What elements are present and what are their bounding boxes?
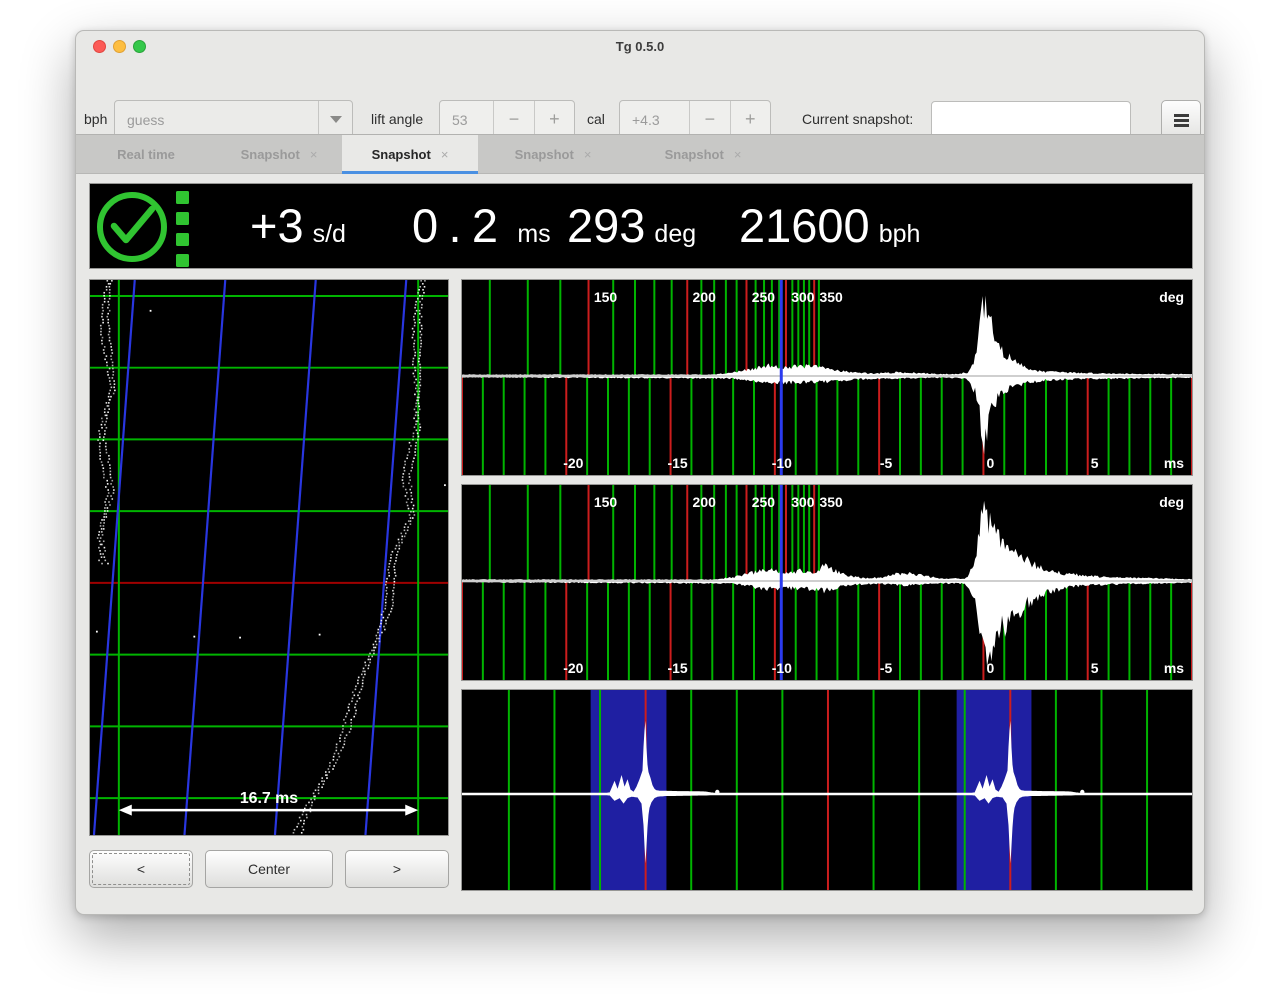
svg-text:deg: deg (1159, 289, 1184, 305)
beat-error-unit: ms (517, 220, 551, 248)
cal-label: cal (587, 111, 605, 127)
window-title: Tg 0.5.0 (615, 39, 665, 54)
svg-text:250: 250 (752, 289, 776, 305)
paperstrip-plot: 16.7 ms (90, 280, 448, 835)
svg-text:0: 0 (987, 660, 995, 676)
lift-angle-increment-button[interactable]: + (533, 101, 574, 138)
beat-error-readout: 0.2 ms (412, 184, 551, 268)
svg-text:-15: -15 (667, 660, 687, 676)
bph-value: 21600 (739, 199, 870, 252)
beat-detection-plot (462, 690, 1192, 890)
svg-text:300: 300 (791, 289, 815, 305)
tab-label: Snapshot (240, 146, 300, 162)
bph-unit: bph (878, 220, 921, 248)
titlebar[interactable]: Tg 0.5.0 (76, 31, 1204, 63)
svg-text:0: 0 (987, 455, 995, 471)
rate-unit: s/d (312, 220, 346, 248)
rate-value: +3 (250, 199, 304, 252)
svg-text:-10: -10 (772, 660, 792, 676)
current-snapshot-label: Current snapshot: (802, 111, 914, 127)
svg-text:200: 200 (693, 494, 717, 510)
svg-text:5: 5 (1091, 660, 1099, 676)
tab-label: Real time (117, 146, 175, 162)
tab-close-icon[interactable]: × (584, 147, 592, 162)
paperstrip-panel: 16.7 ms (89, 279, 449, 836)
svg-text:-20: -20 (563, 660, 583, 676)
lift-angle-label: lift angle (371, 111, 424, 127)
svg-text:350: 350 (820, 494, 844, 510)
tab-snapshot-3[interactable]: Snapshot × (478, 135, 628, 173)
toc-waveform-plot: 150 200 250 300 350 deg -20 -15 -10 -5 0 5 ms (462, 485, 1192, 680)
readout-bar: +3 s/d 0.2 ms 293 deg 21600 bph (89, 183, 1193, 269)
tab-snapshot-4[interactable]: Snapshot × (628, 135, 778, 173)
lift-angle-decrement-button[interactable]: − (493, 101, 533, 138)
tab-bar: Real time Snapshot × Snapshot × Snapshot × Snap… (76, 134, 1204, 174)
svg-text:-5: -5 (880, 455, 893, 471)
app-window: Tg 0.5.0 bph guess lift angle 53 − + cal… (75, 30, 1205, 915)
tab-label: Snapshot (514, 146, 574, 162)
bph-label: bph (84, 111, 108, 127)
svg-text:200: 200 (693, 289, 717, 305)
tab-snapshot-2[interactable]: Snapshot × (342, 135, 478, 174)
bph-combobox-value: guess (127, 111, 165, 128)
svg-text:150: 150 (594, 289, 618, 305)
beat-detection-panel (461, 689, 1193, 891)
tab-close-icon[interactable]: × (734, 147, 742, 162)
tic-waveform-panel: 150 200 250 300 350 deg -20 -15 -10 -5 0 5 ms (461, 279, 1193, 476)
clock-check-icon (97, 191, 189, 267)
tab-real-time-0[interactable]: Real time (76, 135, 216, 173)
svg-text:ms: ms (1164, 660, 1184, 676)
current-snapshot-input[interactable] (931, 101, 1131, 138)
svg-text:-5: -5 (880, 660, 893, 676)
svg-text:-20: -20 (563, 455, 583, 471)
svg-text:300: 300 (791, 494, 815, 510)
amplitude-readout: 293 deg (567, 184, 696, 268)
tic-waveform-plot: 150 200 250 300 350 deg -20 -15 -10 -5 0 5 ms (462, 280, 1192, 475)
hamburger-menu-icon (1173, 118, 1189, 122)
beat-interval-label: 16.7 ms (240, 790, 298, 807)
tab-snapshot-1[interactable]: Snapshot × (216, 135, 342, 173)
amplitude-unit: deg (654, 220, 697, 248)
svg-text:350: 350 (820, 289, 844, 305)
amplitude-value: 293 (567, 199, 646, 252)
scroll-left-button[interactable]: < (89, 850, 193, 888)
cal-value[interactable]: +4.3 (620, 101, 689, 138)
svg-text:-10: -10 (772, 455, 792, 471)
combobox-dropdown-button[interactable] (318, 101, 352, 138)
svg-text:deg: deg (1159, 494, 1184, 510)
center-button[interactable]: Center (205, 850, 333, 888)
bph-readout: 21600 bph (739, 184, 920, 268)
chevron-down-icon (329, 116, 342, 123)
rate-readout: +3 s/d (250, 184, 346, 268)
toolbar: bph guess lift angle 53 − + cal +4.3 − +… (76, 63, 1204, 140)
beat-error-value: 0.2 (412, 199, 509, 252)
svg-text:250: 250 (752, 494, 776, 510)
svg-text:150: 150 (594, 494, 618, 510)
cal-increment-button[interactable]: + (729, 101, 770, 138)
cal-decrement-button[interactable]: − (689, 101, 729, 138)
tab-label: Snapshot (371, 146, 431, 162)
svg-text:5: 5 (1091, 455, 1099, 471)
scroll-right-button[interactable]: > (345, 850, 449, 888)
svg-text:-15: -15 (667, 455, 687, 471)
lift-angle-value[interactable]: 53 (440, 101, 493, 138)
toc-waveform-panel: 150 200 250 300 350 deg -20 -15 -10 -5 0 5 ms (461, 484, 1193, 681)
tab-label: Snapshot (664, 146, 724, 162)
svg-text:ms: ms (1164, 455, 1184, 471)
tab-close-icon[interactable]: × (310, 147, 318, 162)
tab-close-icon[interactable]: × (441, 147, 449, 162)
